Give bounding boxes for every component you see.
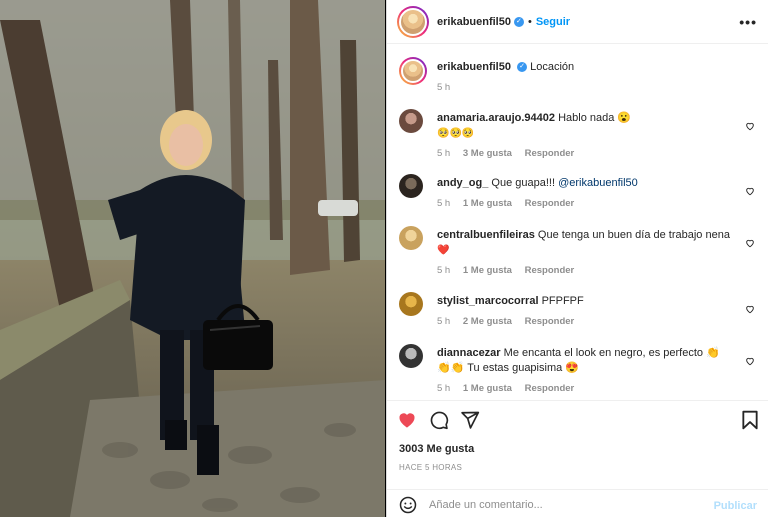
comment-body: andy_og_ Que guapa!!! @erikabuenfil50 5 … [437, 176, 737, 211]
comment-body: stylist_marcocorral PFPFPF 5 h 2 Me gust… [437, 294, 737, 329]
reply-button[interactable]: Responder [525, 148, 575, 159]
comment-username[interactable]: andy_og_ [437, 177, 488, 189]
comments-section[interactable]: erikabuenfil50 ✓ Locación 5 h anamaria.a… [387, 45, 768, 400]
photo-image [0, 0, 385, 517]
comment-time: 5 h [437, 265, 451, 276]
caption-username[interactable]: erikabuenfil50 [437, 61, 511, 73]
comment-username[interactable]: diannacezar [437, 347, 501, 359]
comment-like-icon[interactable] [745, 356, 755, 366]
comment-text: Que tenga un buen día de trabajo nena [537, 229, 730, 241]
comment-like-icon[interactable] [745, 304, 755, 314]
more-options-icon[interactable]: ••• [739, 14, 757, 30]
commenter-avatar[interactable] [399, 174, 423, 198]
comment-meta: 5 h 3 Me gusta Responder [437, 146, 737, 161]
comment-meta: 5 h 2 Me gusta Responder [437, 314, 737, 329]
comment-text: Que guapa!!! [491, 177, 559, 189]
post-header: erikabuenfil50 ✓ • Seguir ••• [387, 0, 768, 44]
author-info: erikabuenfil50 ✓ • Seguir [437, 16, 570, 28]
publish-button[interactable]: Publicar [714, 500, 757, 512]
reply-button[interactable]: Responder [525, 316, 575, 327]
comment-likes[interactable]: 1 Me gusta [463, 265, 512, 276]
reply-button[interactable]: Responder [525, 383, 575, 394]
comment-body: centralbuenfileiras Que tenga un buen dí… [437, 228, 737, 278]
comment-text-continued: 🥺🥺🥺 [437, 128, 475, 139]
add-comment-bar: Publicar [387, 489, 768, 517]
comment-time: 5 h [437, 198, 451, 209]
comment-likes[interactable]: 1 Me gusta [463, 198, 512, 209]
comment-username[interactable]: stylist_marcocorral [437, 295, 539, 307]
caption-meta: 5 h [437, 80, 737, 95]
speech-bubble-icon[interactable] [429, 410, 449, 430]
commenter-avatar[interactable] [399, 109, 423, 133]
comment-username[interactable]: anamaria.araujo.94402 [437, 112, 555, 124]
verified-icon: ✓ [513, 16, 524, 27]
comment-meta: 5 h 1 Me gusta Responder [437, 196, 737, 211]
post-actions: 3003 Me gusta HACE 5 HORAS Publicar [387, 400, 768, 517]
paper-plane-icon[interactable] [460, 410, 480, 430]
post-photo[interactable] [0, 0, 385, 517]
caption-body: erikabuenfil50 ✓ Locación 5 h [437, 60, 737, 95]
reply-button[interactable]: Responder [525, 265, 575, 276]
comment-meta: 5 h 1 Me gusta Responder [437, 381, 737, 396]
comment-text: Me encanta el look en negro, es perfecto… [503, 347, 720, 359]
author-username[interactable]: erikabuenfil50 [437, 16, 511, 28]
smiley-icon[interactable] [399, 496, 417, 514]
caption-text: Locación [530, 61, 575, 73]
comment-text: PFPFPF [541, 295, 584, 307]
comment-body: anamaria.araujo.94402 Hablo nada 😮 🥺🥺🥺 5… [437, 111, 737, 161]
comment-like-icon[interactable] [745, 121, 755, 131]
post-detail-panel: erikabuenfil50 ✓ • Seguir ••• erikabuenf… [386, 0, 768, 517]
comment-likes[interactable]: 2 Me gusta [463, 316, 512, 327]
follow-button[interactable]: Seguir [536, 16, 570, 28]
commenter-avatar[interactable] [399, 344, 423, 368]
comment-time: 5 h [437, 383, 451, 394]
comment-meta: 5 h 1 Me gusta Responder [437, 263, 737, 278]
commenter-avatar[interactable] [399, 226, 423, 250]
separator-dot: • [527, 15, 532, 28]
comment-likes[interactable]: 3 Me gusta [463, 148, 512, 159]
verified-icon: ✓ [517, 62, 528, 73]
author-avatar[interactable] [397, 5, 429, 38]
comment-likes[interactable]: 1 Me gusta [463, 383, 512, 394]
comment-text-continued: 👏👏 Tu estas guapisima 😍 [437, 362, 579, 374]
comment-text: Hablo nada 😮 [558, 112, 632, 124]
caption-avatar[interactable] [399, 57, 427, 85]
commenter-avatar[interactable] [399, 292, 423, 316]
caption-time: 5 h [437, 82, 451, 93]
comment-like-icon[interactable] [745, 186, 755, 196]
bookmark-icon[interactable] [741, 410, 759, 430]
comment-text-continued: ❤️ [437, 245, 450, 256]
comment-mention[interactable]: @erikabuenfil50 [558, 177, 638, 189]
comment-username[interactable]: centralbuenfileiras [437, 229, 535, 241]
post-time: HACE 5 HORAS [399, 463, 463, 472]
likes-count[interactable]: 3003 Me gusta [399, 443, 474, 455]
comment-time: 5 h [437, 316, 451, 327]
reply-button[interactable]: Responder [525, 198, 575, 209]
comment-body: diannacezar Me encanta el look en negro,… [437, 346, 737, 396]
comment-input[interactable] [429, 496, 699, 514]
comment-like-icon[interactable] [745, 238, 755, 248]
comment-time: 5 h [437, 148, 451, 159]
heart-filled-icon[interactable] [397, 410, 417, 430]
